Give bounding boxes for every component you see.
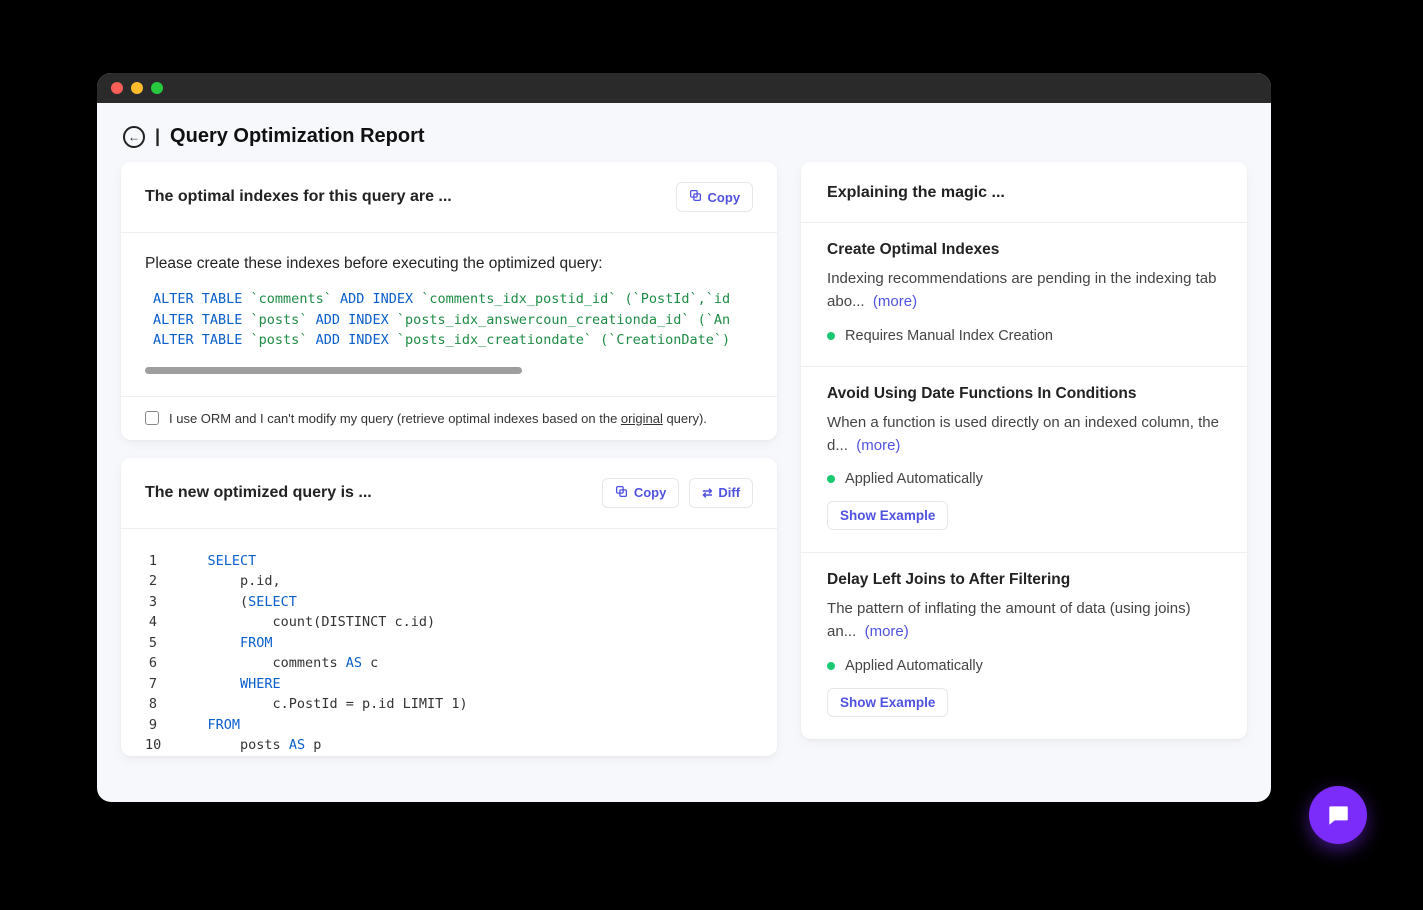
optimized-query-card: The new optimized query is ... Copy ⇄ Di… (121, 458, 777, 756)
status-dot-icon (827, 662, 835, 670)
status-dot-icon (827, 332, 835, 340)
magic-item-status: Applied Automatically (827, 471, 1221, 487)
magic-item-desc: The pattern of inflating the amount of d… (827, 597, 1221, 644)
magic-item-status: Applied Automatically (827, 658, 1221, 674)
more-link[interactable]: (more) (865, 623, 909, 640)
indexes-card-header: The optimal indexes for this query are .… (121, 162, 777, 233)
indexes-card-footer: I use ORM and I can't modify my query (r… (121, 396, 777, 440)
copy-button-label: Copy (634, 485, 667, 500)
status-dot-icon (827, 475, 835, 483)
page-title: Query Optimization Report (170, 125, 424, 148)
optimized-card-title: The new optimized query is ... (145, 484, 372, 502)
page-header: ← | Query Optimization Report (97, 103, 1271, 162)
magic-item-desc: Indexing recommendations are pending in … (827, 267, 1221, 314)
optimized-card-actions: Copy ⇄ Diff (602, 478, 753, 508)
orm-checkbox-label: I use ORM and I can't modify my query (r… (169, 411, 707, 426)
magic-item-status: Requires Manual Index Creation (827, 328, 1221, 344)
copy-icon (689, 189, 702, 205)
indexes-explanation: Please create these indexes before execu… (145, 255, 753, 273)
window-titlebar (97, 73, 1271, 103)
show-example-button[interactable]: Show Example (827, 688, 948, 717)
diff-button-label: Diff (718, 485, 740, 500)
optimized-card-header: The new optimized query is ... Copy ⇄ Di… (121, 458, 777, 529)
show-example-button[interactable]: Show Example (827, 501, 948, 530)
content-area: The optimal indexes for this query are .… (97, 162, 1271, 756)
chat-icon (1325, 802, 1351, 828)
copy-button[interactable]: Copy (602, 478, 680, 508)
optimized-sql-block: 1 SELECT 2 p.id, 3 (SELECT 4 count(DISTI… (121, 529, 777, 756)
indexes-card: The optimal indexes for this query are .… (121, 162, 777, 440)
magic-card-title: Explaining the magic ... (801, 162, 1247, 223)
magic-item-title: Delay Left Joins to After Filtering (827, 571, 1221, 589)
magic-card: Explaining the magic ... Create Optimal … (801, 162, 1247, 739)
diff-button[interactable]: ⇄ Diff (689, 478, 753, 508)
back-arrow-icon[interactable]: ← (123, 126, 145, 148)
window-maximize-icon[interactable] (151, 82, 163, 94)
more-link[interactable]: (more) (873, 293, 917, 310)
copy-button[interactable]: Copy (676, 182, 754, 212)
magic-item-title: Avoid Using Date Functions In Conditions (827, 385, 1221, 403)
magic-item-title: Create Optimal Indexes (827, 241, 1221, 259)
copy-button-label: Copy (708, 190, 741, 205)
status-text: Applied Automatically (845, 471, 983, 487)
diff-icon: ⇄ (702, 486, 712, 500)
status-text: Requires Manual Index Creation (845, 328, 1053, 344)
window-minimize-icon[interactable] (131, 82, 143, 94)
window-close-icon[interactable] (111, 82, 123, 94)
indexes-card-title: The optimal indexes for this query are .… (145, 188, 452, 206)
app-window: ← | Query Optimization Report The optima… (97, 73, 1271, 802)
status-text: Applied Automatically (845, 658, 983, 674)
chat-fab-button[interactable] (1309, 786, 1367, 844)
indexes-card-body: Please create these indexes before execu… (121, 233, 777, 396)
copy-icon (615, 485, 628, 501)
left-column: The optimal indexes for this query are .… (121, 162, 777, 756)
magic-item: Delay Left Joins to After Filtering The … (801, 553, 1247, 739)
right-column: Explaining the magic ... Create Optimal … (801, 162, 1247, 756)
magic-item: Create Optimal Indexes Indexing recommen… (801, 223, 1247, 367)
magic-item: Avoid Using Date Functions In Conditions… (801, 367, 1247, 554)
index-sql-block: ALTER TABLE `comments` ADD INDEX `commen… (145, 289, 753, 351)
header-separator: | (155, 126, 160, 147)
orm-checkbox[interactable] (145, 411, 159, 425)
horizontal-scrollbar[interactable] (145, 367, 522, 374)
magic-item-desc: When a function is used directly on an i… (827, 411, 1221, 458)
more-link[interactable]: (more) (856, 437, 900, 454)
